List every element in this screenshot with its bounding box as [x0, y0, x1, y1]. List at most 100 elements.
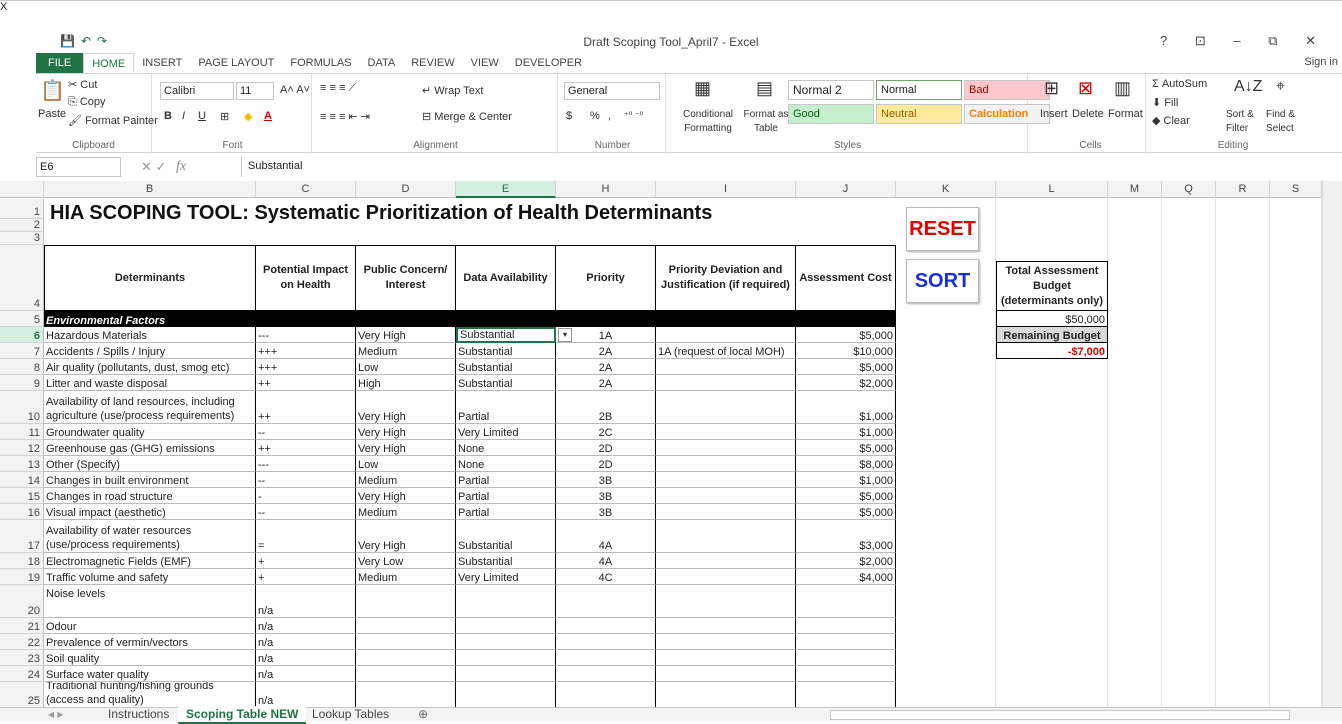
- clear-button[interactable]: ◆ Clear: [1152, 114, 1190, 127]
- column-header-k[interactable]: K: [896, 181, 996, 198]
- cell-deviation[interactable]: [656, 472, 796, 488]
- vertical-scrollbar[interactable]: [1322, 181, 1342, 707]
- cell-impact[interactable]: +: [256, 569, 356, 585]
- cell-priority[interactable]: 4C: [556, 569, 656, 585]
- row-header[interactable]: 8: [0, 359, 44, 375]
- cell-impact[interactable]: --: [256, 472, 356, 488]
- cell-determinant[interactable]: Visual impact (aesthetic): [44, 504, 256, 520]
- horizontal-scrollbar[interactable]: [830, 710, 1290, 720]
- cell-concern[interactable]: Very High: [356, 424, 456, 440]
- cell-availability[interactable]: Partial: [456, 504, 556, 520]
- formula-input[interactable]: Substantial: [241, 157, 1341, 177]
- sheet-tab-scoping-table-new[interactable]: Scoping Table NEW: [178, 706, 307, 724]
- cell-impact[interactable]: n/a: [256, 666, 356, 682]
- cell-concern[interactable]: Very High: [356, 391, 456, 424]
- cell-deviation[interactable]: [656, 359, 796, 375]
- cell-concern[interactable]: [356, 634, 456, 650]
- cell-cost[interactable]: $3,000: [796, 520, 896, 553]
- cell-determinant[interactable]: Groundwater quality: [44, 424, 256, 440]
- cell-cost[interactable]: $1,000: [796, 424, 896, 440]
- row-header[interactable]: 21: [0, 618, 44, 634]
- cell-impact[interactable]: --: [256, 424, 356, 440]
- cell-cost[interactable]: $5,000: [796, 488, 896, 504]
- cell-availability[interactable]: [456, 682, 556, 707]
- column-header-h[interactable]: H: [556, 181, 656, 198]
- cell-impact[interactable]: =: [256, 520, 356, 553]
- conditional-formatting-button[interactable]: Conditional Formatting: [672, 108, 744, 136]
- cell-concern[interactable]: Medium: [356, 569, 456, 585]
- tab-review[interactable]: REVIEW: [403, 53, 462, 73]
- cell-impact[interactable]: n/a: [256, 618, 356, 634]
- insert-cells-icon[interactable]: ⊞: [1044, 78, 1059, 99]
- row-header[interactable]: 23: [0, 650, 44, 666]
- cell-cost[interactable]: [796, 650, 896, 666]
- cell-cost[interactable]: $2,000: [796, 375, 896, 391]
- cell-determinant[interactable]: Soil quality: [44, 650, 256, 666]
- cell-deviation[interactable]: [656, 650, 796, 666]
- cell-cost[interactable]: $4,000: [796, 569, 896, 585]
- cell-concern[interactable]: [356, 682, 456, 707]
- underline-button[interactable]: U: [198, 110, 206, 122]
- cell-availability[interactable]: Partial: [456, 391, 556, 424]
- cell-determinant[interactable]: Other (Specify): [44, 456, 256, 472]
- row-header[interactable]: 15: [0, 488, 44, 504]
- cell-deviation[interactable]: [656, 585, 796, 618]
- column-header-m[interactable]: M: [1108, 181, 1162, 198]
- cell-availability[interactable]: Substantial: [456, 553, 556, 569]
- cell-determinant[interactable]: Changes in road structure: [44, 488, 256, 504]
- cell-concern[interactable]: Low: [356, 359, 456, 375]
- cell-priority[interactable]: 3B: [556, 488, 656, 504]
- cell-determinant[interactable]: Traffic volume and safety: [44, 569, 256, 585]
- row-header[interactable]: 2: [0, 219, 44, 232]
- cell-cost[interactable]: [796, 666, 896, 682]
- row-header[interactable]: 12: [0, 440, 44, 456]
- spreadsheet-grid[interactable]: B C D E H I J K L M Q R S 1 2 3 4 5 6 7 8 9 10 11 12 13 14 15 16 17 18…: [0, 181, 1322, 707]
- delete-cells-icon[interactable]: ⊠: [1078, 78, 1093, 99]
- cell-availability[interactable]: Partial: [456, 488, 556, 504]
- cell-cost[interactable]: [796, 634, 896, 650]
- cell-priority[interactable]: 2D: [556, 440, 656, 456]
- cell-deviation[interactable]: [656, 666, 796, 682]
- cell-priority[interactable]: 2A: [556, 343, 656, 359]
- column-header-r[interactable]: R: [1216, 181, 1270, 198]
- cell-availability[interactable]: Very Limited: [456, 569, 556, 585]
- cell-concern[interactable]: Low: [356, 456, 456, 472]
- cell-priority[interactable]: 2A: [556, 359, 656, 375]
- tab-file[interactable]: FILE: [36, 53, 84, 73]
- cell-priority[interactable]: [556, 682, 656, 707]
- tab-page-layout[interactable]: PAGE LAYOUT: [190, 53, 282, 73]
- style-normal[interactable]: Normal: [876, 80, 962, 100]
- cell-impact[interactable]: --: [256, 504, 356, 520]
- cell-determinant[interactable]: Noise levels: [44, 585, 256, 618]
- cell-deviation[interactable]: [656, 424, 796, 440]
- cell-availability[interactable]: Partial: [456, 472, 556, 488]
- column-header-s[interactable]: S: [1270, 181, 1322, 198]
- cell-priority[interactable]: 3B: [556, 472, 656, 488]
- reset-button[interactable]: RESET: [906, 207, 979, 251]
- cell-impact[interactable]: ---: [256, 327, 356, 343]
- cell-determinant[interactable]: Availability of land resources, includin…: [44, 391, 256, 424]
- row-header[interactable]: 7: [0, 343, 44, 359]
- sort-button[interactable]: SORT: [906, 259, 979, 303]
- row-header[interactable]: 1: [0, 199, 44, 219]
- cell-priority[interactable]: 2A: [556, 375, 656, 391]
- cell-concern[interactable]: Very High: [356, 520, 456, 553]
- delete-button[interactable]: Delete: [1072, 108, 1104, 120]
- cell-priority[interactable]: [556, 666, 656, 682]
- style-neutral[interactable]: Neutral: [876, 104, 962, 124]
- cell-priority[interactable]: 4A: [556, 553, 656, 569]
- tab-developer[interactable]: DEVELOPER: [507, 53, 590, 73]
- cell-impact[interactable]: n/a: [256, 682, 356, 707]
- cell-deviation[interactable]: [656, 569, 796, 585]
- cell-availability[interactable]: [456, 666, 556, 682]
- cell-concern[interactable]: Very High: [356, 440, 456, 456]
- cell-impact[interactable]: +++: [256, 359, 356, 375]
- format-as-table-button[interactable]: Format as Table: [740, 108, 792, 136]
- cell-cost[interactable]: $5,000: [796, 359, 896, 375]
- cell-priority[interactable]: 2B: [556, 391, 656, 424]
- cell-priority[interactable]: [556, 585, 656, 618]
- tab-formulas[interactable]: FORMULAS: [282, 53, 359, 73]
- cell-cost[interactable]: $10,000: [796, 343, 896, 359]
- column-header-q[interactable]: Q: [1162, 181, 1216, 198]
- align-left-icon[interactable]: ≡ ≡ ≡ ⇤ ⇥: [320, 110, 370, 123]
